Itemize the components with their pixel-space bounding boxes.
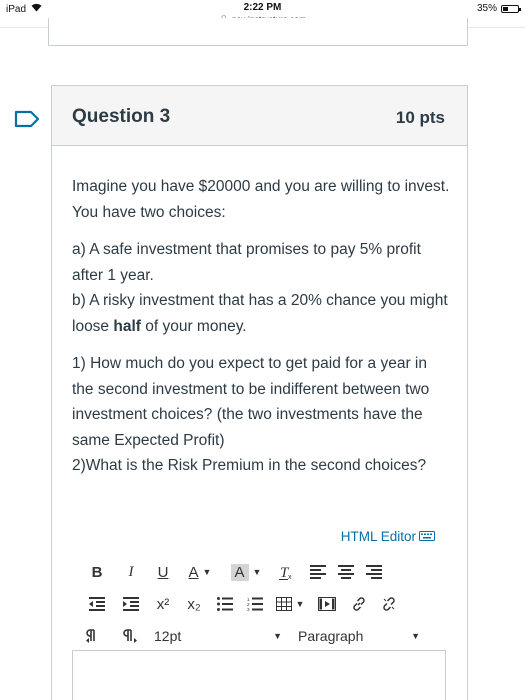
align-left-icon xyxy=(310,565,326,579)
outdent-button[interactable] xyxy=(80,590,114,618)
numbered-list-icon: 123 xyxy=(247,597,263,611)
italic-button[interactable]: I xyxy=(114,558,148,586)
sub-question-2: 2)What is the Risk Premium in the second… xyxy=(72,457,427,474)
table-button[interactable]: ▼ xyxy=(270,590,310,618)
link-icon xyxy=(353,597,365,611)
choice-b-tail: of your money. xyxy=(140,317,247,335)
outdent-icon xyxy=(89,597,105,611)
battery-percent: 35% xyxy=(476,3,497,14)
choice-a: a) A safe investment that promises to pa… xyxy=(72,241,421,284)
media-button[interactable] xyxy=(310,590,344,618)
underline-button[interactable]: U xyxy=(148,558,178,586)
indent-icon xyxy=(123,597,139,611)
chevron-down-icon: ▼ xyxy=(202,567,212,577)
chevron-down-icon: ▼ xyxy=(295,599,305,609)
align-right-icon xyxy=(366,565,382,579)
insert-link-button[interactable] xyxy=(344,590,374,618)
background-color-label: A xyxy=(230,563,249,581)
choice-b: b) A risky investment that has a 20% cha… xyxy=(72,288,452,339)
choice-b-bold: half xyxy=(113,317,141,335)
align-left-button[interactable] xyxy=(304,558,332,586)
answer-editor[interactable] xyxy=(72,650,446,700)
align-right-button[interactable] xyxy=(360,558,388,586)
unlink-icon xyxy=(383,597,395,611)
font-size-value: 12pt xyxy=(154,628,182,644)
toolbar-row-1: B I U A ▼ A ▼ Tx xyxy=(80,556,440,588)
indent-button[interactable] xyxy=(114,590,148,618)
flag-question-icon[interactable] xyxy=(14,110,40,133)
question-text: Imagine you have $20000 and you are will… xyxy=(72,174,452,491)
unlink-button[interactable] xyxy=(374,590,404,618)
previous-question-card xyxy=(48,18,468,46)
align-center-icon xyxy=(338,565,354,579)
clear-formatting-button[interactable]: Tx xyxy=(270,558,304,586)
question-card: Question 3 10 pts Imagine you have $2000… xyxy=(51,85,468,700)
question-title: Question 3 xyxy=(72,106,171,127)
svg-text:x: x xyxy=(288,574,292,580)
rtl-button[interactable] xyxy=(112,622,154,650)
background-color-button[interactable]: A ▼ xyxy=(222,558,270,586)
left-to-right-icon xyxy=(86,629,95,643)
html-editor-link[interactable]: HTML Editor xyxy=(341,529,435,544)
rich-text-toolbar: B I U A ▼ A ▼ Tx x² x₂ 1 2 3 ▼ 12pt ▼ Pa… xyxy=(80,556,440,652)
bullet-list-button[interactable] xyxy=(210,590,240,618)
svg-text:3: 3 xyxy=(247,607,250,611)
question-intro: Imagine you have $20000 and you are will… xyxy=(72,178,450,221)
toolbar-row-3: 12pt ▼ Paragraph ▼ xyxy=(80,620,440,652)
bold-button[interactable]: B xyxy=(80,558,114,586)
bullet-list-icon xyxy=(217,597,233,611)
align-center-button[interactable] xyxy=(332,558,360,586)
ltr-button[interactable] xyxy=(80,622,112,650)
question-header: Question 3 10 pts xyxy=(52,86,467,146)
clear-formatting-icon: Tx xyxy=(279,565,292,580)
paragraph-format-select[interactable]: Paragraph ▼ xyxy=(298,628,420,644)
chevron-down-icon: ▼ xyxy=(252,567,262,577)
font-color-label: A xyxy=(188,563,199,581)
status-right: 35% xyxy=(476,3,521,14)
media-icon xyxy=(318,597,336,611)
sub-question-1: 1) How much do you expect to get paid fo… xyxy=(72,355,430,449)
table-icon xyxy=(275,597,292,611)
battery-icon xyxy=(501,4,521,13)
numbered-list-button[interactable]: 123 xyxy=(240,590,270,618)
subscript-button[interactable]: x₂ xyxy=(178,590,210,618)
paragraph-format-value: Paragraph xyxy=(298,628,364,644)
font-color-button[interactable]: A ▼ xyxy=(178,558,222,586)
keyboard-icon xyxy=(419,529,435,544)
chevron-down-icon: ▼ xyxy=(411,631,420,641)
toolbar-row-2: x² x₂ 123 ▼ xyxy=(80,588,440,620)
html-editor-label: HTML Editor xyxy=(340,529,416,544)
question-points: 10 pts xyxy=(395,108,445,127)
status-time: 2:22 PM xyxy=(243,2,282,13)
font-size-select[interactable]: 12pt ▼ xyxy=(154,628,282,644)
chevron-down-icon: ▼ xyxy=(273,631,282,641)
superscript-button[interactable]: x² xyxy=(148,590,178,618)
battery-fill xyxy=(503,6,508,11)
right-to-left-icon xyxy=(123,629,137,643)
